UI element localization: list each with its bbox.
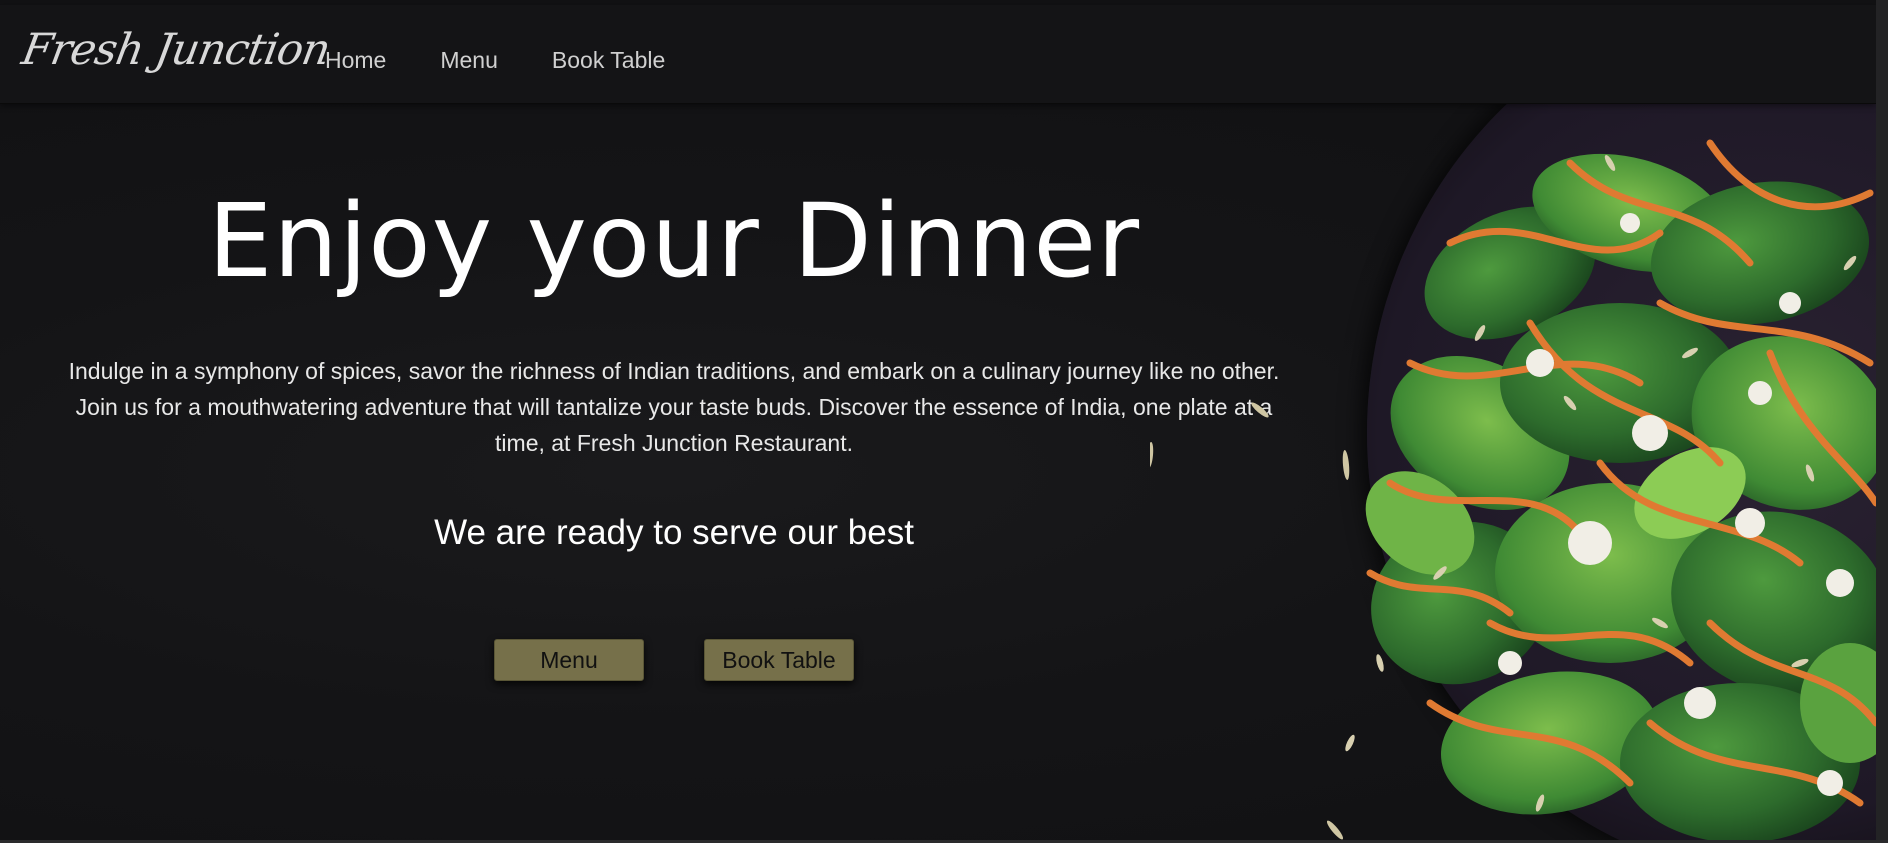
nav-link-home[interactable]: Home xyxy=(325,47,386,74)
menu-button[interactable]: Menu xyxy=(494,639,644,681)
hero-title: Enjoy your Dinner xyxy=(207,182,1141,301)
hero-tagline: We are ready to serve our best xyxy=(434,513,914,552)
book-table-button[interactable]: Book Table xyxy=(704,639,854,681)
salad-bowl-image xyxy=(1330,103,1876,843)
window-right-edge xyxy=(1876,0,1888,843)
brand-logo[interactable]: Fresh Junction xyxy=(18,25,333,75)
navbar: Fresh Junction Home Menu Book Table xyxy=(0,5,1876,104)
hero-description: Indulge in a symphony of spices, savor t… xyxy=(68,358,1280,456)
nav-link-book-table[interactable]: Book Table xyxy=(552,47,665,74)
nav-link-menu[interactable]: Menu xyxy=(440,47,498,74)
nav-links: Home Menu Book Table xyxy=(325,47,719,74)
salad-illustration xyxy=(1345,139,1876,843)
loose-seeds xyxy=(1150,402,1350,840)
app-window: Fresh Junction Home Menu Book Table Enjo… xyxy=(0,0,1876,843)
greens xyxy=(1365,153,1876,843)
